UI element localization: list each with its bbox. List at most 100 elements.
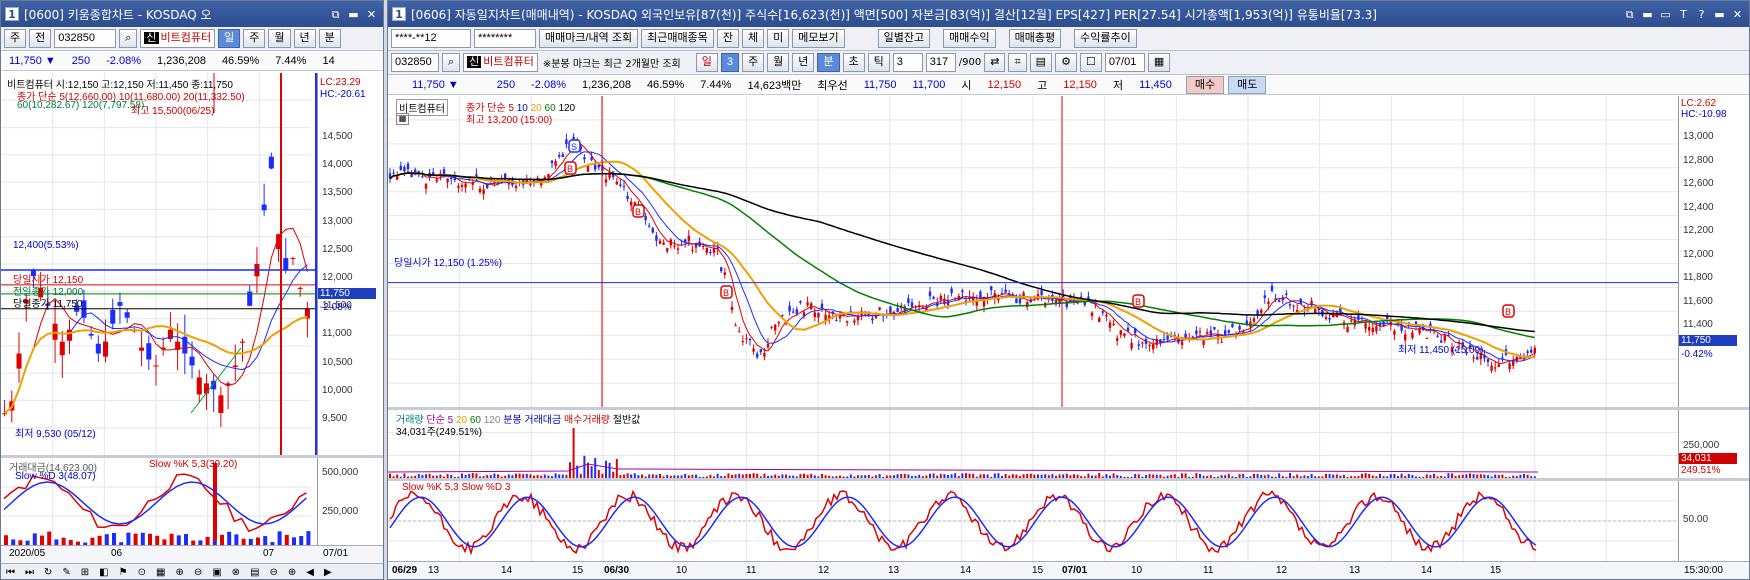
candle-body bbox=[910, 302, 914, 307]
tool-icon[interactable]: ▣ bbox=[207, 567, 226, 578]
period-month[interactable]: 월 bbox=[767, 53, 790, 72]
tool-icon[interactable]: ↻ bbox=[39, 567, 57, 578]
period-tick[interactable]: 틱 bbox=[867, 53, 890, 72]
period-day[interactable]: 일 bbox=[695, 53, 718, 72]
close-icon[interactable]: ✕ bbox=[364, 7, 379, 22]
return-trend-button[interactable]: 수익률추이 bbox=[1074, 29, 1137, 48]
period-minute[interactable]: 분 bbox=[817, 53, 840, 72]
account-select[interactable]: ****-**12 bbox=[391, 29, 471, 48]
daily-balance-button[interactable]: 일별잔고 bbox=[877, 29, 931, 48]
search-icon[interactable]: ⌕ bbox=[442, 53, 461, 72]
tool-icon[interactable]: ⊕ bbox=[283, 567, 301, 578]
trade-mark-query-button[interactable]: 매매마크/내역 조회 bbox=[539, 29, 639, 48]
candle-body bbox=[676, 248, 680, 250]
high-callout: 최고 13,200 (15:00) bbox=[466, 115, 553, 126]
restore-icon[interactable]: ▭ bbox=[1658, 7, 1673, 22]
tool-icon[interactable]: ⊕ bbox=[170, 567, 188, 578]
unfilled-button[interactable]: 미 bbox=[767, 29, 790, 48]
link-icon[interactable]: ⧉ bbox=[328, 7, 343, 22]
candle-body bbox=[734, 325, 737, 327]
candle-body bbox=[1252, 318, 1256, 322]
period-second[interactable]: 초 bbox=[842, 53, 865, 72]
tool-icon[interactable]: ⊖ bbox=[189, 567, 207, 578]
intraday-price-chart[interactable]: SBBBBB 비트컴퓨터 종가 단순 5 10 20 60 120 ▦ 최고 1… bbox=[388, 96, 1678, 407]
price-chart[interactable]: 비트컴퓨터 시:12,150 고:12,150 저:11,450 종:11,75… bbox=[1, 73, 317, 455]
gear-icon[interactable]: ⚙ bbox=[1055, 53, 1077, 72]
x-label: 15 bbox=[1032, 565, 1044, 576]
period-year[interactable]: 년 bbox=[293, 29, 316, 48]
save-icon[interactable]: ▤ bbox=[1029, 53, 1053, 72]
minimize-icon[interactable]: ▬ bbox=[346, 7, 361, 22]
sell-button[interactable]: 매도 bbox=[1228, 75, 1267, 94]
tool-icon[interactable]: ⊙ bbox=[133, 567, 151, 578]
candle-body bbox=[1375, 326, 1378, 332]
period-day[interactable]: 일 bbox=[218, 29, 241, 48]
candle-body bbox=[950, 288, 953, 293]
x-label: 07/01 bbox=[1062, 565, 1088, 576]
minimize-icon[interactable]: ▬ bbox=[1640, 7, 1655, 22]
memo-button[interactable]: 메모보기 bbox=[792, 29, 845, 48]
stock-name-box[interactable]: 신 비트컴퓨터 bbox=[463, 53, 538, 72]
period-week[interactable]: 주 bbox=[243, 29, 266, 48]
volume-bar bbox=[227, 531, 232, 545]
candle-body bbox=[745, 338, 748, 340]
stock-code-input[interactable]: 032850 bbox=[391, 53, 439, 72]
period-year[interactable]: 년 bbox=[792, 53, 815, 72]
volume-chart[interactable]: 거래량 단순 5 20 60 120 분봉 거래대금 매수거래량 절반값 34,… bbox=[388, 410, 1678, 478]
candle-body bbox=[799, 301, 802, 303]
period-week[interactable]: 주 bbox=[742, 53, 765, 72]
price-tick: 13,000 bbox=[1683, 131, 1714, 142]
balance-button[interactable]: 잔 bbox=[716, 29, 739, 48]
stock-code-input[interactable]: 032850 bbox=[54, 29, 117, 48]
open-label: 시 bbox=[961, 79, 972, 92]
executed-button[interactable]: 체 bbox=[741, 29, 765, 48]
calendar-icon[interactable]: ▦ bbox=[1147, 53, 1171, 72]
stochastic-chart[interactable]: Slow %K 5,3 Slow %D 3 bbox=[388, 481, 1678, 561]
tool-icon[interactable]: ⇄ bbox=[984, 53, 1006, 72]
indicator-chart[interactable]: 거래대금(14,623.00) Slow %K 5,3(39.20) Slow … bbox=[1, 458, 317, 545]
link-icon[interactable]: ⧉ bbox=[1622, 7, 1637, 22]
search-icon[interactable]: ⌕ bbox=[119, 29, 138, 48]
tool-icon[interactable]: ◧ bbox=[94, 567, 113, 578]
candle-body bbox=[565, 139, 568, 145]
date-input[interactable]: 07/01 bbox=[1104, 53, 1145, 72]
password-input[interactable]: ******** bbox=[474, 29, 536, 48]
tool-icon[interactable]: ▦ bbox=[151, 567, 170, 578]
buy-button[interactable]: 매수 bbox=[1185, 75, 1225, 94]
close-icon[interactable]: ✕ bbox=[1730, 7, 1745, 22]
tool-icon[interactable]: ◀ bbox=[301, 567, 319, 578]
checkbox[interactable]: ☐ bbox=[1079, 53, 1102, 72]
recent-items-button[interactable]: 최근매매종목 bbox=[641, 29, 714, 48]
period-month[interactable]: 월 bbox=[268, 29, 291, 48]
tool-icon[interactable]: ⏭ bbox=[20, 567, 39, 578]
interval-input[interactable]: 3 bbox=[892, 53, 923, 72]
help-icon[interactable]: ? bbox=[1694, 7, 1709, 22]
mode-select[interactable]: 주 bbox=[4, 29, 27, 48]
stock-name-box[interactable]: 신 비트컴퓨터 bbox=[140, 29, 216, 48]
price-tick: 12,000 bbox=[1683, 248, 1714, 260]
period-minute[interactable]: 분 bbox=[318, 29, 341, 48]
tool-icon[interactable]: ⊖ bbox=[265, 567, 283, 578]
price-tick: 13,500 bbox=[322, 187, 353, 199]
candle-body bbox=[1404, 334, 1407, 341]
tool-icon[interactable]: ▤ bbox=[245, 567, 264, 578]
font-icon[interactable]: T bbox=[1676, 7, 1691, 22]
minimize-icon[interactable]: ▬ bbox=[1712, 7, 1727, 22]
trade-profit-button[interactable]: 매매수익 bbox=[943, 29, 996, 48]
period-value[interactable]: 3 bbox=[720, 53, 740, 72]
tool-icon[interactable]: ⌗ bbox=[1008, 53, 1027, 72]
price-tick: 11,400 bbox=[1683, 319, 1713, 330]
tool-icon[interactable]: ▶ bbox=[319, 567, 337, 578]
tool-icon[interactable]: ✎ bbox=[57, 567, 75, 578]
candle-body bbox=[1227, 330, 1230, 333]
tool-icon[interactable]: ⏮ bbox=[1, 567, 20, 578]
count-input[interactable]: 317 bbox=[925, 53, 956, 72]
title-bar[interactable]: 1 [0606] 자동일지차트(매매내역) - KOSDAQ 외국인보유[87(… bbox=[388, 1, 1749, 27]
grid-toggle-icon[interactable]: ▦ bbox=[396, 113, 409, 125]
tool-icon[interactable]: ⚑ bbox=[114, 567, 133, 578]
trade-summary-button[interactable]: 매매총평 bbox=[1008, 29, 1062, 48]
title-bar[interactable]: 1 [0600] 키움종합차트 - KOSDAQ 오 ⧉ ▬ ✕ bbox=[1, 1, 383, 27]
tool-icon[interactable]: ⊞ bbox=[76, 567, 94, 578]
mode2-select[interactable]: 전 bbox=[29, 29, 52, 48]
tool-icon[interactable]: ⊗ bbox=[227, 567, 245, 578]
